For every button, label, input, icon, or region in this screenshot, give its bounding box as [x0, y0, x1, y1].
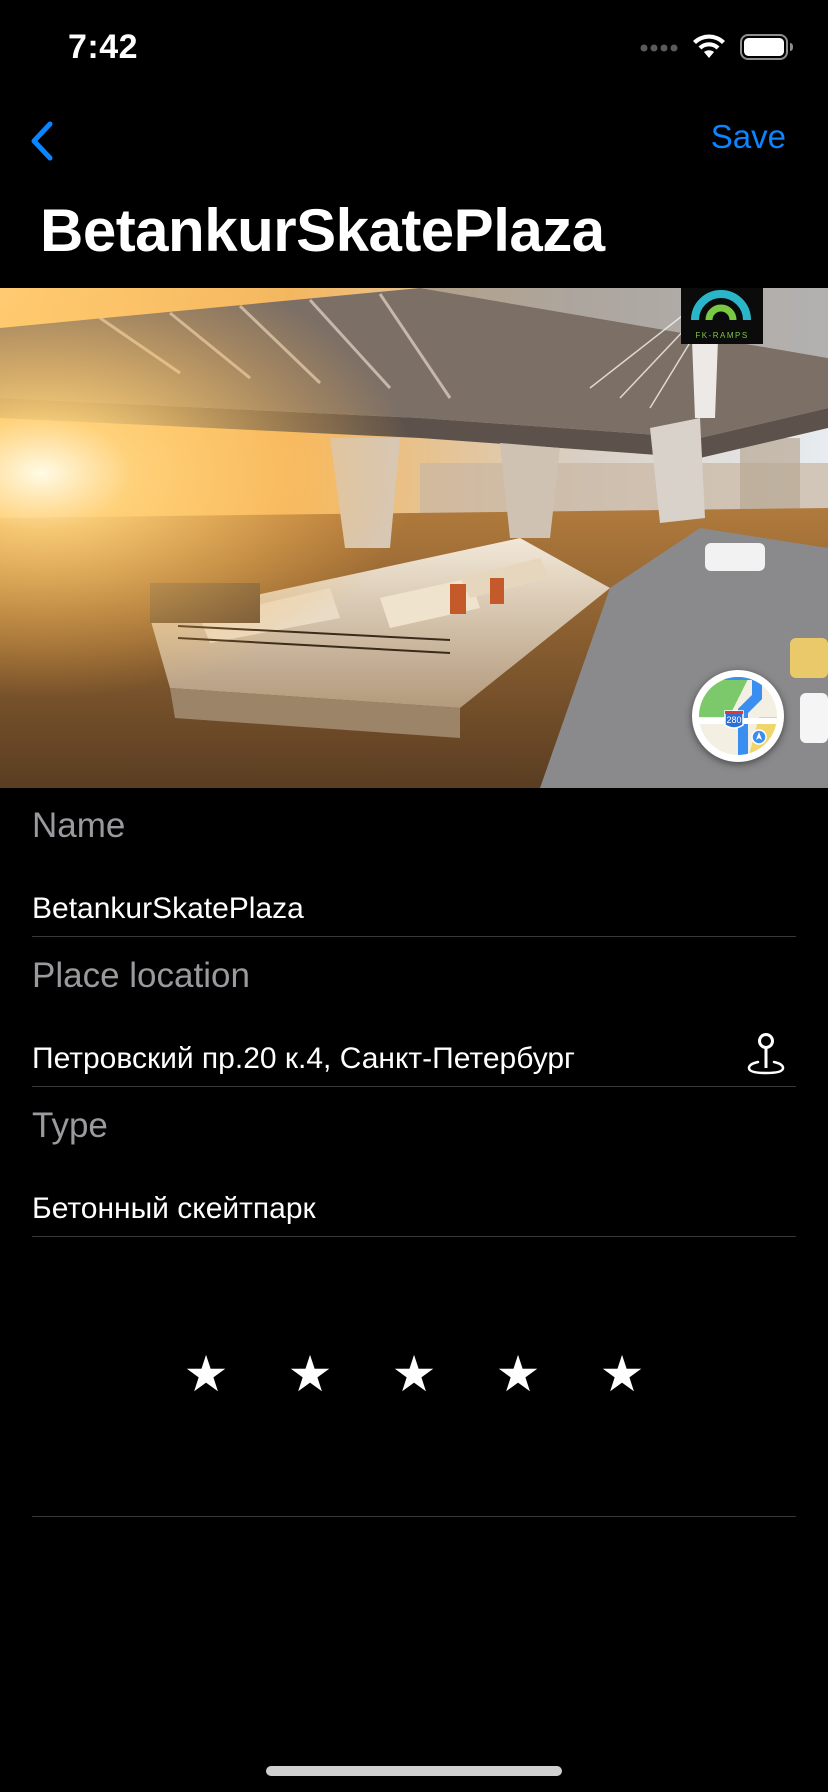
star-4-icon[interactable]: ★ [492, 1348, 544, 1400]
home-indicator[interactable] [266, 1766, 562, 1776]
wifi-icon [692, 34, 726, 65]
star-1-icon[interactable]: ★ [180, 1348, 232, 1400]
svg-text:FK-RAMPS: FK-RAMPS [695, 331, 748, 340]
rating-separator [32, 1516, 796, 1517]
status-time: 7:42 [68, 28, 139, 66]
place-image[interactable]: FK-RAMPS 280 [0, 288, 828, 788]
rating-control: ★ ★ ★ ★ ★ [0, 1348, 828, 1408]
back-button[interactable] [22, 118, 62, 164]
type-separator [32, 1236, 796, 1237]
maps-icon: 280 [699, 677, 777, 755]
name-separator [32, 936, 796, 937]
star-5-icon[interactable]: ★ [596, 1348, 648, 1400]
highway-shield-number: 280 [726, 715, 741, 725]
star-2-icon[interactable]: ★ [284, 1348, 336, 1400]
navigation-bar: Save [0, 108, 828, 172]
page-title: BetankurSkatePlaza [40, 197, 605, 264]
fk-ramps-logo: FK-RAMPS [681, 288, 763, 344]
location-separator [32, 1086, 796, 1087]
battery-icon [740, 34, 794, 65]
cellular-signal-icon [640, 41, 678, 59]
status-bar: 7:42 [0, 0, 828, 96]
map-pin-button[interactable] [746, 1032, 786, 1076]
location-field[interactable]: Петровский пр.20 к.4, Санкт-Петербург [32, 1042, 575, 1076]
type-label: Type [32, 1106, 108, 1145]
type-field[interactable]: Бетонный скейтпарк [32, 1192, 316, 1226]
save-button[interactable]: Save [711, 118, 786, 156]
location-label: Place location [32, 956, 250, 995]
name-label: Name [32, 806, 126, 845]
star-3-icon[interactable]: ★ [388, 1348, 440, 1400]
maps-app-button[interactable]: 280 [692, 670, 784, 762]
name-field[interactable]: BetankurSkatePlaza [32, 892, 304, 926]
chevron-left-icon [31, 121, 53, 161]
status-icons [640, 34, 794, 65]
map-pin-icon [747, 1033, 785, 1075]
